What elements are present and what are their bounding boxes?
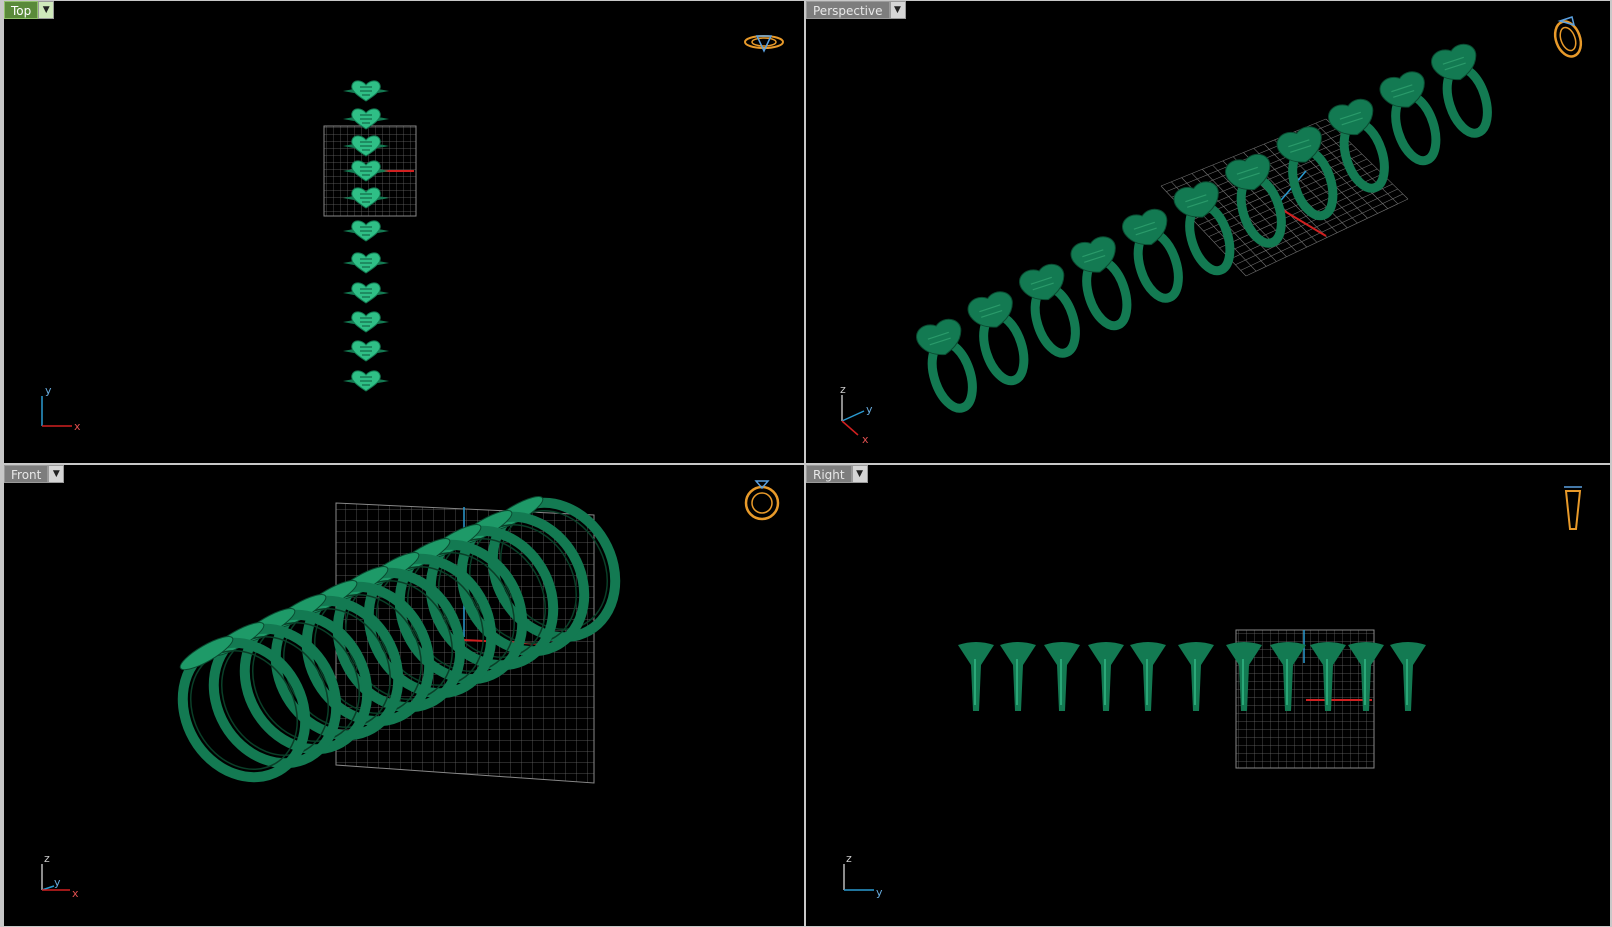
ring-perspective[interactable] — [1223, 151, 1294, 250]
viewport-top[interactable]: y x Top ▼ — [4, 1, 804, 463]
axis-label-y: y — [45, 384, 52, 397]
ring-heart-top[interactable] — [343, 220, 389, 242]
ring-heart-top[interactable] — [343, 282, 389, 304]
ring-perspective[interactable] — [1429, 41, 1500, 140]
viewport-title: Front — [4, 465, 49, 483]
ring-side[interactable] — [1000, 642, 1036, 711]
ring-heart-top[interactable] — [343, 80, 389, 102]
ring-perspective[interactable] — [914, 316, 985, 415]
axis-label-y: y — [866, 403, 873, 416]
right-canvas[interactable]: z y — [806, 465, 1610, 926]
viewport-label-right[interactable]: Right ▼ — [806, 465, 868, 483]
axis-label-y: y — [54, 876, 61, 889]
chevron-down-icon[interactable]: ▼ — [48, 465, 65, 483]
ring-side[interactable] — [1044, 642, 1080, 711]
ring-perspective[interactable] — [1068, 233, 1139, 332]
front-canvas[interactable]: z y x — [4, 465, 804, 926]
axis-label-x: x — [862, 433, 869, 446]
ring-heart-top[interactable] — [343, 340, 389, 362]
axis-label-z: z — [44, 852, 50, 865]
ring-perspective[interactable] — [1171, 178, 1242, 277]
ring-perspective[interactable] — [1377, 68, 1448, 167]
ring-side[interactable] — [1130, 642, 1166, 711]
axis-label-y: y — [876, 886, 883, 899]
ring-navigation-icon[interactable] — [1551, 16, 1586, 60]
ring-navigation-icon[interactable] — [744, 35, 784, 53]
ring-perspective[interactable] — [1017, 261, 1088, 360]
ring-navigation-icon[interactable] — [1564, 486, 1582, 530]
viewport-title: Top — [4, 1, 39, 19]
viewport-front[interactable]: z y x Front ▼ — [4, 465, 804, 926]
viewport-label-perspective[interactable]: Perspective ▼ — [806, 1, 906, 19]
ring-heart-top[interactable] — [343, 370, 389, 392]
ring-heart-top[interactable] — [343, 311, 389, 333]
axis-indicator: y x — [41, 384, 81, 433]
ring-side[interactable] — [1390, 642, 1426, 711]
axis-indicator: z y x — [840, 383, 873, 446]
ring-side[interactable] — [958, 642, 994, 711]
ring-perspective[interactable] — [1120, 206, 1191, 305]
ring-perspective[interactable] — [965, 288, 1036, 387]
viewport-label-top[interactable]: Top ▼ — [4, 1, 55, 19]
ring-navigation-icon[interactable] — [744, 480, 780, 521]
ring-heart-top[interactable] — [343, 252, 389, 274]
ring-array[interactable] — [914, 41, 1500, 415]
axis-indicator: z y — [843, 852, 883, 899]
axis-label-x: x — [72, 887, 79, 900]
axis-indicator: z y x — [41, 852, 79, 900]
viewport-right[interactable]: z y Right ▼ — [806, 465, 1610, 926]
viewport-perspective[interactable]: z y x Perspective ▼ — [806, 1, 1610, 463]
chevron-down-icon[interactable]: ▼ — [889, 1, 906, 19]
axis-label-z: z — [846, 852, 852, 865]
viewport-title: Right — [806, 465, 852, 483]
top-canvas[interactable]: y x — [4, 1, 804, 463]
chevron-down-icon[interactable]: ▼ — [851, 465, 868, 483]
chevron-down-icon[interactable]: ▼ — [38, 1, 55, 19]
ring-side[interactable] — [1178, 642, 1214, 711]
viewport-title: Perspective — [806, 1, 890, 19]
ring-side[interactable] — [1088, 642, 1124, 711]
axis-label-z: z — [840, 383, 846, 396]
viewport-label-front[interactable]: Front ▼ — [4, 465, 65, 483]
perspective-canvas[interactable]: z y x — [806, 1, 1610, 463]
axis-label-x: x — [74, 420, 81, 433]
